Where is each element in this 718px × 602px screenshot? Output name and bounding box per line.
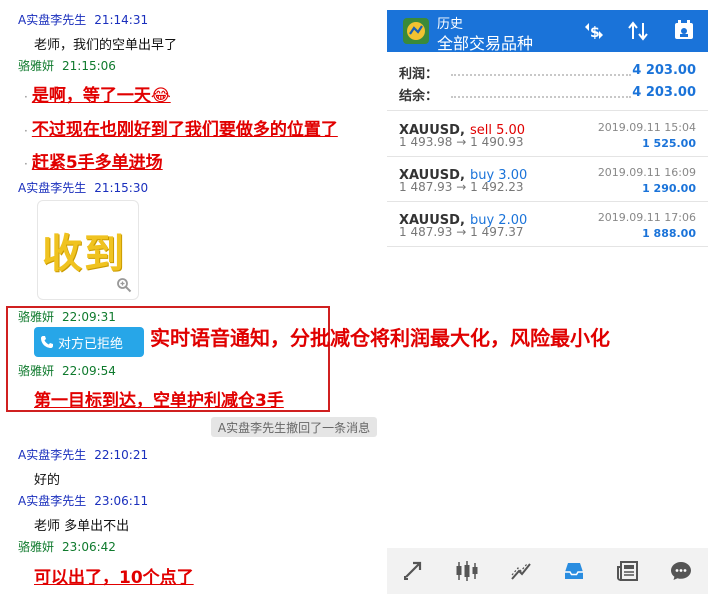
trade-prices: 1 493.98 → 1 490.93 <box>399 135 524 149</box>
sender-label: A实盘李先生 <box>18 181 87 195</box>
history-icon[interactable] <box>559 556 589 586</box>
bullet-icon: · <box>24 124 28 138</box>
sender-label: A实盘李先生 <box>18 13 87 27</box>
timestamp: 21:15:06 <box>62 59 116 73</box>
sender-label: 骆雅妍 <box>18 59 55 73</box>
news-icon[interactable] <box>613 556 643 586</box>
message-text: 是啊，等了一天😂 <box>31 86 171 106</box>
summary-panel: 利润： 4 203.00 结余： 4 203.00 <box>387 52 708 111</box>
sender-name: A实盘李先生 22:10:21 <box>18 446 148 463</box>
timestamp: 22:09:54 <box>62 364 116 378</box>
dotted-leader <box>451 74 631 76</box>
sender-name: 骆雅妍 22:09:31 <box>18 308 116 325</box>
trade-row[interactable]: XAUUSD, buy 2.00 1 487.93 → 1 497.37 201… <box>387 202 708 247</box>
trade-date: 2019.09.11 16:09 <box>597 166 696 179</box>
chat-icon[interactable] <box>666 556 696 586</box>
trade-profit: 1 888.00 <box>642 227 696 240</box>
svg-text:$: $ <box>590 25 600 41</box>
currency-exchange-icon[interactable]: $ <box>583 21 605 41</box>
trade-date: 2019.09.11 15:04 <box>597 121 696 134</box>
sender-name: 骆雅妍 21:15:06 <box>18 57 116 74</box>
trade-row[interactable]: XAUUSD, sell 5.00 1 493.98 → 1 490.93 20… <box>387 112 708 157</box>
sender-name: A实盘李先生 23:06:11 <box>18 492 148 509</box>
message-text: 可以出了，10个点了 <box>34 568 194 588</box>
sender-name: 骆雅妍 22:09:54 <box>18 362 116 379</box>
call-status-label: 对方已拒绝 <box>58 336 124 352</box>
message-line: · 不过现在也刚好到了我们要做多的位置了 <box>24 115 338 140</box>
header-title[interactable]: 全部交易品种 <box>437 30 533 54</box>
trade-profit: 1 290.00 <box>642 182 696 195</box>
timestamp: 22:09:31 <box>62 310 116 324</box>
message-text: 不过现在也刚好到了我们要做多的位置了 <box>31 120 338 140</box>
message-text: 第一目标到达，空单护利减仓3手 <box>34 391 284 411</box>
trade-row[interactable]: XAUUSD, buy 3.00 1 487.93 → 1 492.23 201… <box>387 157 708 202</box>
phone-icon <box>41 336 53 348</box>
sender-label: 骆雅妍 <box>18 540 55 554</box>
balance-value: 4 203.00 <box>632 85 696 100</box>
sender-name: A实盘李先生 21:14:31 <box>18 11 148 28</box>
sort-icon[interactable] <box>627 20 649 42</box>
sender-label: 骆雅妍 <box>18 364 55 378</box>
calendar-icon[interactable] <box>673 19 695 41</box>
zoom-icon[interactable] <box>116 277 132 293</box>
timestamp: 21:15:30 <box>94 181 149 195</box>
trade-date: 2019.09.11 17:06 <box>597 211 696 224</box>
annotation-text: 实时语音通知，分批减仓将利润最大化，风险最小化 <box>150 326 610 350</box>
trade-prices: 1 487.93 → 1 497.37 <box>399 225 524 239</box>
message-text: 老师，我们的空单出早了 <box>34 38 178 53</box>
timestamp: 21:14:31 <box>94 13 149 27</box>
sender-name: A实盘李先生 21:15:30 <box>18 179 148 196</box>
trade-profit: 1 525.00 <box>642 137 696 150</box>
sticker-image[interactable]: 收到 <box>37 200 139 300</box>
quotes-icon[interactable] <box>399 556 429 586</box>
profit-value: 4 203.00 <box>632 63 696 78</box>
trade-prices: 1 487.93 → 1 492.23 <box>399 180 524 194</box>
message-line: · 是啊，等了一天😂 <box>24 81 171 106</box>
sender-label: 骆雅妍 <box>18 310 55 324</box>
trade-icon[interactable] <box>506 556 536 586</box>
timestamp: 23:06:42 <box>62 540 116 554</box>
profit-label: 利润： <box>399 67 439 82</box>
bullet-icon: · <box>24 157 28 171</box>
mt4-header: 历史 全部交易品种 $ <box>387 10 708 54</box>
bullet-icon: · <box>24 90 28 104</box>
sender-label: A实盘李先生 <box>18 494 87 508</box>
sticker-text: 收到 <box>42 231 126 277</box>
message-text: 赶紧5手多单进场 <box>31 153 163 173</box>
timestamp: 23:06:11 <box>94 494 149 508</box>
balance-label: 结余： <box>399 89 439 104</box>
message-line: · 赶紧5手多单进场 <box>24 148 163 173</box>
voice-call-message[interactable]: 对方已拒绝 <box>34 327 144 357</box>
sender-name: 骆雅妍 23:06:42 <box>18 538 116 555</box>
message-text: 老师 多单出不出 <box>34 519 130 534</box>
chart-icon[interactable] <box>452 556 482 586</box>
message-text: 好的 <box>34 473 61 488</box>
trade-list: XAUUSD, sell 5.00 1 493.98 → 1 490.93 20… <box>387 112 708 247</box>
dotted-leader <box>451 96 631 98</box>
app-logo-icon[interactable] <box>403 18 429 44</box>
timestamp: 22:10:21 <box>94 448 149 462</box>
bottom-nav <box>387 548 708 594</box>
recall-notice: A实盘李先生撤回了一条消息 <box>211 417 377 437</box>
sender-label: A实盘李先生 <box>18 448 87 462</box>
